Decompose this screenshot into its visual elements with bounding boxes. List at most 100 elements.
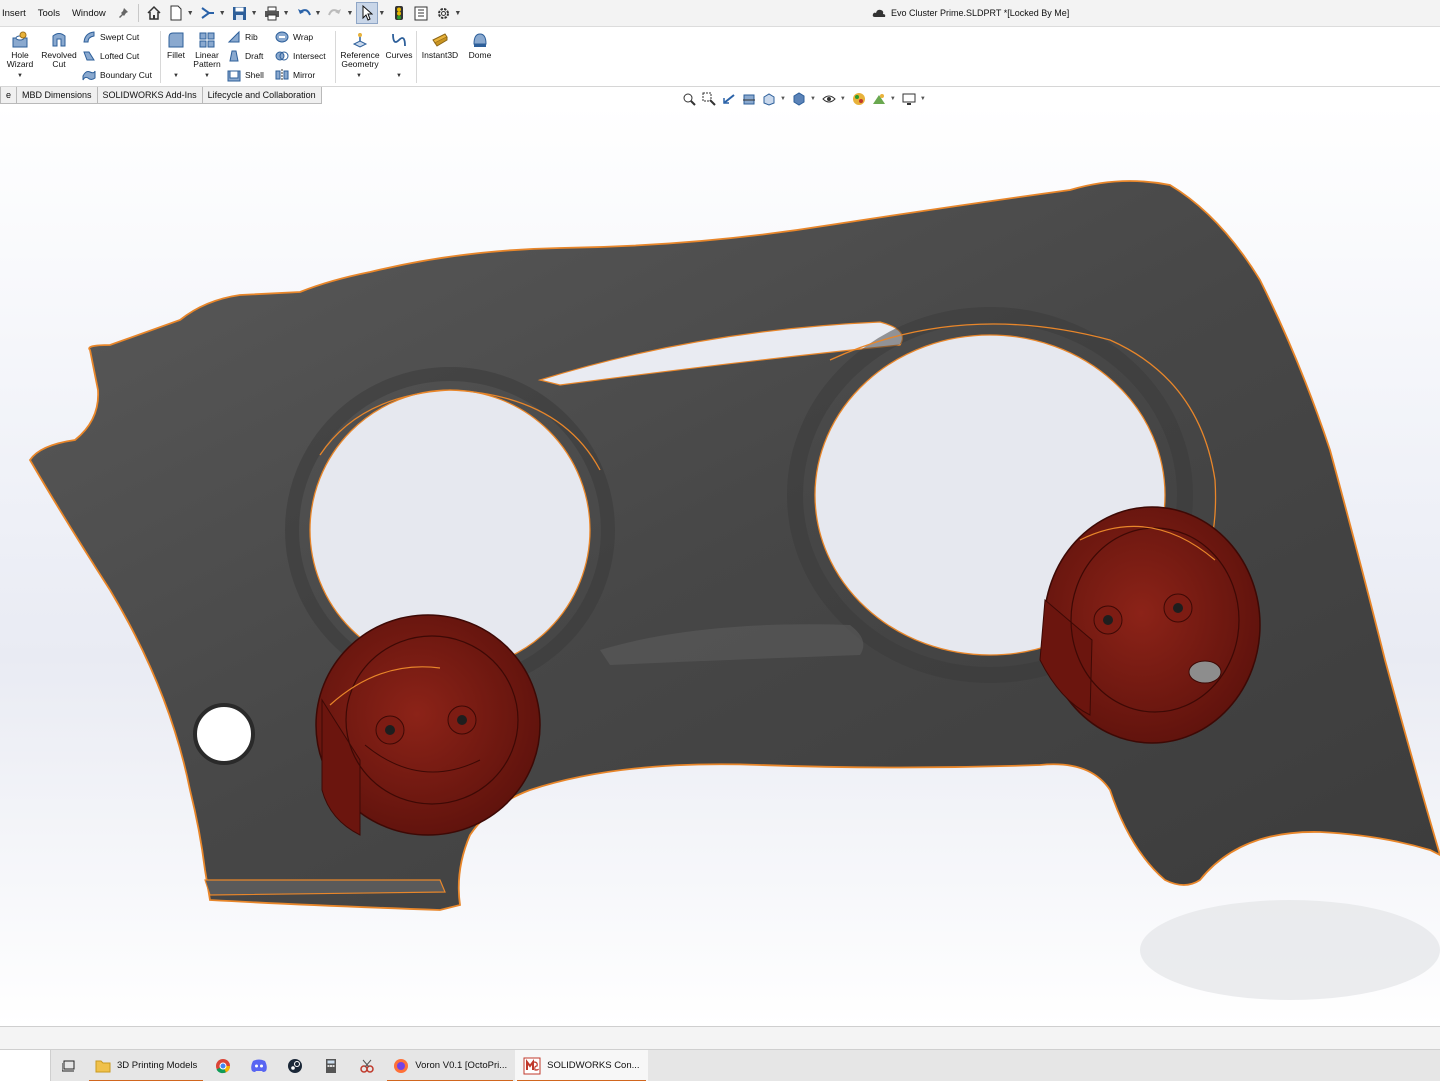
save-icon[interactable]	[229, 2, 251, 24]
undo-icon[interactable]	[293, 2, 315, 24]
linear-pattern-label: Linear Pattern	[193, 50, 221, 69]
chevron-down-icon[interactable]: ▼	[315, 10, 322, 17]
taskbar-app-firefox[interactable]: Voron V0.1 [OctoPri...	[385, 1050, 515, 1081]
chrome-icon[interactable]	[205, 1050, 241, 1081]
swept-cut-label: Swept Cut	[100, 32, 140, 42]
wrap-button[interactable]: Wrap	[275, 29, 313, 45]
shell-button[interactable]: Shell	[227, 67, 264, 83]
instant3d-button[interactable]: Instant3D	[419, 29, 461, 60]
redo-icon[interactable]	[324, 2, 346, 24]
tab-truncated[interactable]: e	[0, 87, 18, 104]
menu-window[interactable]: Window	[66, 8, 112, 19]
chevron-down-icon[interactable]: ▼	[378, 10, 385, 17]
new-document-icon[interactable]	[165, 2, 187, 24]
edit-appearance-icon[interactable]	[850, 90, 868, 108]
boundary-cut-label: Boundary Cut	[100, 70, 152, 80]
graphics-area[interactable]	[0, 104, 1440, 1026]
menu-bar: Insert Tools Window ▼ ▼ ▼ ▼ ▼ ▼ ▼ ▼ Evo …	[0, 0, 1440, 27]
shell-icon	[227, 70, 241, 82]
chevron-down-icon[interactable]: ▼	[920, 96, 926, 102]
status-bar	[0, 1026, 1440, 1049]
ribbon-separator	[335, 31, 336, 83]
solidworks-window: Insert Tools Window ▼ ▼ ▼ ▼ ▼ ▼ ▼ ▼ Evo …	[0, 0, 1440, 1081]
steam-icon[interactable]	[277, 1050, 313, 1081]
chevron-down-icon[interactable]: ▼	[187, 10, 194, 17]
gear-icon[interactable]	[432, 2, 454, 24]
lofted-cut-button[interactable]: Lofted Cut	[82, 48, 139, 64]
curves-icon	[392, 33, 406, 47]
select-cursor-icon[interactable]	[356, 2, 379, 24]
chevron-down-icon[interactable]: ▼	[890, 96, 896, 102]
view-orientation-icon[interactable]	[760, 90, 778, 108]
rib-button[interactable]: Rib	[227, 29, 258, 45]
snipping-tool-icon[interactable]	[349, 1050, 385, 1081]
section-view-icon[interactable]	[740, 90, 758, 108]
solidworks-icon	[523, 1057, 541, 1074]
zoom-to-area-icon[interactable]	[700, 90, 718, 108]
boundary-cut-button[interactable]: Boundary Cut	[82, 67, 152, 83]
calculator-icon[interactable]	[313, 1050, 349, 1081]
taskbar-search-box[interactable]	[0, 1049, 51, 1081]
discord-icon[interactable]	[241, 1050, 277, 1081]
chevron-down-icon[interactable]: ▼	[346, 10, 353, 17]
menu-insert[interactable]: Insert	[0, 8, 32, 19]
chevron-down-icon[interactable]: ▼	[840, 96, 846, 102]
tab-mbd-dimensions[interactable]: MBD Dimensions	[16, 87, 98, 104]
taskbar-app-solidworks[interactable]: SOLIDWORKS Con...	[515, 1049, 648, 1081]
apply-scene-icon[interactable]	[870, 90, 888, 108]
open-icon[interactable]	[197, 2, 219, 24]
chevron-down-icon[interactable]: ▼	[17, 73, 23, 79]
taskbar-app-file-explorer[interactable]: 3D Printing Models	[87, 1050, 205, 1081]
chevron-down-icon[interactable]: ▼	[396, 73, 402, 79]
previous-view-icon[interactable]	[720, 90, 738, 108]
cloud-icon	[872, 9, 886, 17]
hole-wizard-icon	[12, 31, 28, 48]
chevron-down-icon[interactable]: ▼	[204, 73, 210, 79]
tab-solidworks-add-ins[interactable]: SOLIDWORKS Add-Ins	[96, 87, 203, 104]
chevron-down-icon[interactable]: ▼	[810, 96, 816, 102]
home-icon[interactable]	[143, 2, 165, 24]
folder-icon	[95, 1060, 111, 1072]
task-view-icon[interactable]	[51, 1050, 87, 1081]
fillet-label: Fillet	[167, 50, 185, 60]
taskbar-app-label: Voron V0.1 [OctoPri...	[415, 1060, 508, 1071]
traffic-light-icon[interactable]	[388, 2, 410, 24]
intersect-button[interactable]: Intersect	[275, 48, 326, 64]
swept-cut-button[interactable]: Swept Cut	[82, 29, 139, 45]
print-icon[interactable]	[261, 2, 283, 24]
chevron-down-icon[interactable]: ▼	[219, 10, 226, 17]
revolved-cut-button[interactable]: Revolved Cut	[40, 29, 78, 69]
model-graphics[interactable]	[0, 104, 1440, 1026]
swept-cut-icon	[83, 31, 95, 43]
mirror-button[interactable]: Mirror	[275, 67, 315, 83]
file-properties-icon[interactable]	[410, 2, 432, 24]
menu-tools[interactable]: Tools	[32, 8, 66, 19]
pin-icon[interactable]	[112, 2, 134, 24]
chevron-down-icon[interactable]: ▼	[251, 10, 258, 17]
hole-wizard-button[interactable]: Hole Wizard	[3, 29, 37, 69]
chevron-down-icon[interactable]: ▼	[283, 10, 290, 17]
dome-label: Dome	[468, 50, 492, 60]
zoom-to-fit-icon[interactable]	[680, 90, 698, 108]
reference-geometry-button[interactable]: Reference Geometry	[338, 29, 382, 69]
fillet-button[interactable]: Fillet	[163, 29, 189, 60]
linear-pattern-button[interactable]: Linear Pattern	[190, 29, 224, 69]
chevron-down-icon[interactable]: ▼	[356, 73, 362, 79]
curves-label: Curves	[385, 50, 413, 60]
tab-lifecycle-collaboration[interactable]: Lifecycle and Collaboration	[201, 87, 322, 104]
left-gauge-mount-component[interactable]	[315, 614, 541, 836]
lofted-cut-icon	[83, 51, 95, 61]
view-settings-icon[interactable]	[900, 90, 918, 108]
rib-label: Rib	[245, 32, 258, 42]
mounting-hole[interactable]	[193, 703, 255, 765]
chevron-down-icon[interactable]: ▼	[173, 73, 179, 79]
chevron-down-icon[interactable]: ▼	[454, 10, 461, 17]
dome-button[interactable]: Dome	[465, 29, 495, 60]
draft-button[interactable]: Draft	[227, 48, 263, 64]
document-title-text: Evo Cluster Prime.SLDPRT *[Locked By Me]	[891, 8, 1070, 18]
display-style-icon[interactable]	[790, 90, 808, 108]
hide-show-items-icon[interactable]	[820, 90, 838, 108]
instant3d-label: Instant3D	[421, 50, 459, 60]
curves-button[interactable]: Curves	[384, 29, 414, 60]
chevron-down-icon[interactable]: ▼	[780, 96, 786, 102]
